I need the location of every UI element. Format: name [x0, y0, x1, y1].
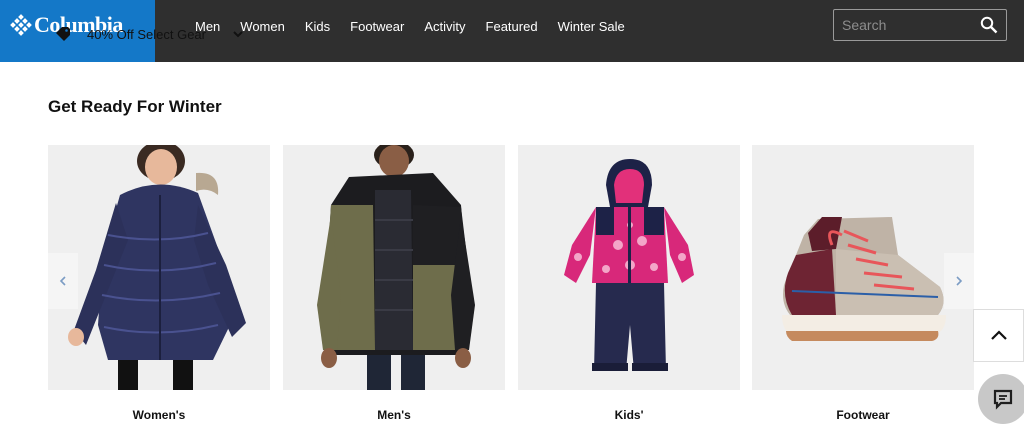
back-to-top-button[interactable] [973, 309, 1024, 362]
kids-snowsuit-image [518, 145, 740, 390]
main-nav: Men Women Kids Footwear Activity Feature… [195, 19, 645, 35]
nav-item-women[interactable]: Women [240, 19, 285, 35]
nav-item-winter-sale[interactable]: Winter Sale [558, 19, 625, 35]
nav-item-kids[interactable]: Kids [305, 19, 330, 35]
category-card-womens[interactable] [48, 145, 270, 390]
nav-item-men[interactable]: Men [195, 19, 220, 35]
chevron-up-icon [990, 329, 1007, 340]
nav-item-activity[interactable]: Activity [424, 19, 465, 35]
card-label-kids[interactable]: Kids' [518, 408, 740, 422]
carousel-prev-button[interactable] [48, 253, 78, 309]
tag-icon [56, 27, 70, 41]
nav-item-featured[interactable]: Featured [486, 19, 538, 35]
chat-button[interactable] [978, 374, 1024, 424]
hiking-boot-image [752, 145, 974, 390]
carousel-next-button[interactable] [944, 253, 974, 309]
top-navigation-bar: Columbia 40% Off Select Gear Men Women K… [0, 0, 1024, 62]
mens-jacket-image [283, 145, 505, 390]
category-card-kids[interactable] [518, 145, 740, 390]
category-card-mens[interactable] [283, 145, 505, 390]
card-label-mens[interactable]: Men's [283, 408, 505, 422]
diamond-logo-icon [10, 14, 32, 36]
chat-bubble-icon [993, 389, 1013, 410]
section-heading: Get Ready For Winter [48, 97, 222, 116]
chevron-left-icon [59, 276, 66, 286]
card-label-womens[interactable]: Women's [48, 408, 270, 422]
search-icon[interactable] [980, 16, 998, 34]
promo-text: 40% Off Select Gear [87, 26, 206, 42]
category-card-footwear[interactable] [752, 145, 974, 390]
chevron-right-icon [956, 276, 963, 286]
search-box [833, 9, 1007, 41]
card-label-footwear[interactable]: Footwear [752, 408, 974, 422]
nav-item-footwear[interactable]: Footwear [350, 19, 404, 35]
womens-jacket-image [48, 145, 270, 390]
search-input[interactable] [834, 10, 974, 40]
